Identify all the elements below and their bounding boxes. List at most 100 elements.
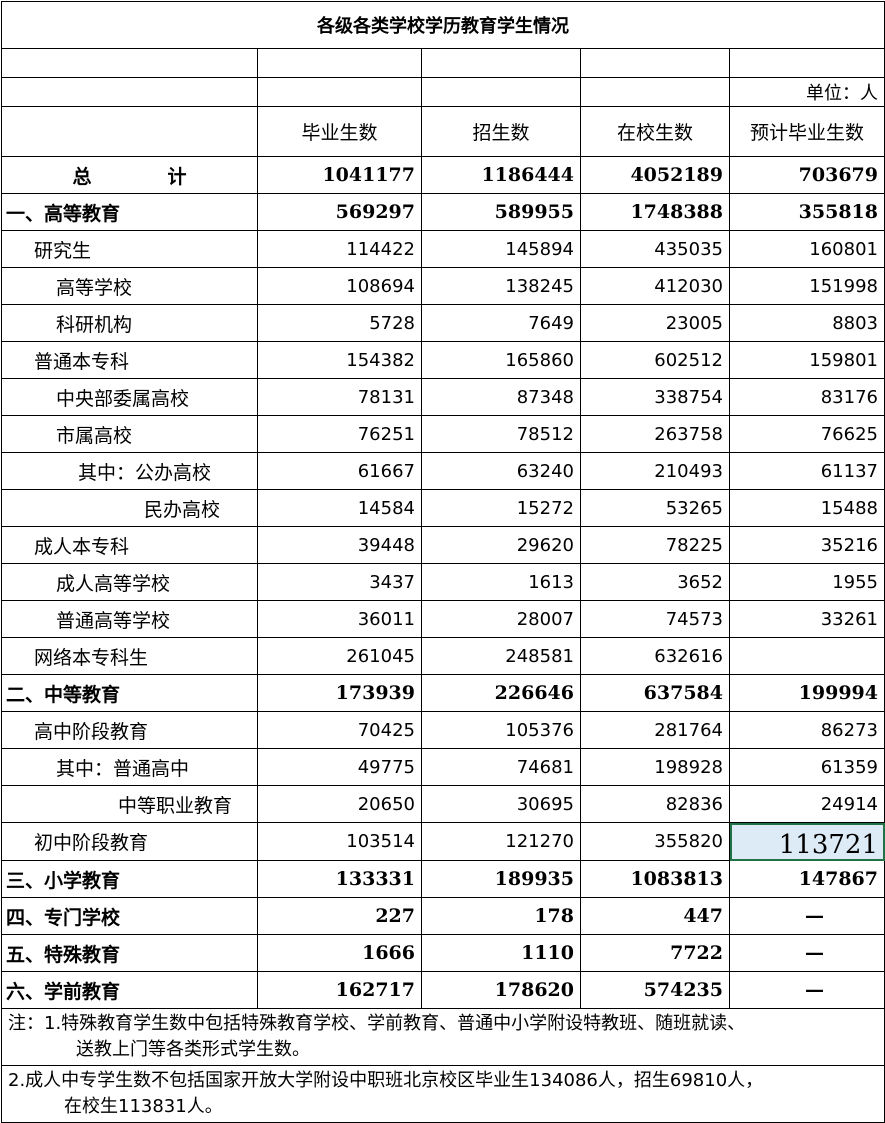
value-cell[interactable]: 338754 <box>580 378 730 416</box>
blank-cell[interactable] <box>580 48 730 78</box>
row-label[interactable]: 普通高等学校 <box>1 600 258 638</box>
value-cell[interactable]: — <box>729 897 885 935</box>
value-cell[interactable]: 226646 <box>421 674 581 712</box>
value-cell[interactable]: 178 <box>421 897 581 935</box>
value-cell[interactable]: 1110 <box>421 934 581 972</box>
value-cell[interactable]: 15488 <box>729 489 885 527</box>
value-cell[interactable]: 160801 <box>729 230 885 268</box>
value-cell[interactable]: 4052189 <box>580 156 730 194</box>
value-cell[interactable]: 447 <box>580 897 730 935</box>
row-label[interactable]: 成人高等学校 <box>1 563 258 601</box>
value-cell[interactable]: 162717 <box>257 971 422 1009</box>
value-cell[interactable]: 154382 <box>257 341 422 379</box>
value-cell[interactable]: 8803 <box>729 304 885 342</box>
value-cell[interactable]: 435035 <box>580 230 730 268</box>
table-title[interactable]: 各级各类学校学历教育学生情况 <box>1 1 885 49</box>
row-label[interactable]: 科研机构 <box>1 304 258 342</box>
row-label[interactable]: 六、学前教育 <box>1 971 258 1009</box>
value-cell[interactable]: 76625 <box>729 415 885 453</box>
value-cell[interactable]: 82836 <box>580 785 730 823</box>
value-cell[interactable]: 78512 <box>421 415 581 453</box>
blank-cell[interactable] <box>729 48 885 78</box>
value-cell[interactable]: 20650 <box>257 785 422 823</box>
blank-cell[interactable] <box>1 77 258 107</box>
value-cell[interactable]: — <box>729 971 885 1009</box>
row-label[interactable]: 研究生 <box>1 230 258 268</box>
value-cell[interactable]: 178620 <box>421 971 581 1009</box>
row-label[interactable]: 民办高校 <box>1 489 258 527</box>
row-label[interactable]: 网络本专科生 <box>1 637 258 675</box>
blank-cell[interactable] <box>421 77 581 107</box>
value-cell[interactable]: 35216 <box>729 526 885 564</box>
value-cell[interactable]: 121270 <box>421 822 581 861</box>
value-cell[interactable]: 159801 <box>729 341 885 379</box>
value-cell[interactable]: 61667 <box>257 452 422 490</box>
value-cell[interactable]: 83176 <box>729 378 885 416</box>
row-label[interactable]: 高中阶段教育 <box>1 711 258 749</box>
value-cell[interactable]: 199994 <box>729 674 885 712</box>
value-cell[interactable]: 602512 <box>580 341 730 379</box>
header-in-school[interactable]: 在校生数 <box>580 106 730 157</box>
value-cell[interactable]: 30695 <box>421 785 581 823</box>
value-cell[interactable]: 412030 <box>580 267 730 305</box>
value-cell[interactable]: 113721 <box>729 822 885 861</box>
value-cell[interactable]: 3652 <box>580 563 730 601</box>
value-cell[interactable]: 145894 <box>421 230 581 268</box>
row-label[interactable]: 其中：普通高中 <box>1 748 258 786</box>
value-cell[interactable]: 15272 <box>421 489 581 527</box>
unit-label[interactable]: 单位：人 <box>729 77 885 107</box>
row-label[interactable]: 总 计 <box>1 156 258 194</box>
value-cell[interactable]: 569297 <box>257 193 422 231</box>
row-label[interactable]: 市属高校 <box>1 415 258 453</box>
value-cell[interactable]: 105376 <box>421 711 581 749</box>
value-cell[interactable]: 210493 <box>580 452 730 490</box>
value-cell[interactable]: 24914 <box>729 785 885 823</box>
value-cell[interactable]: 28007 <box>421 600 581 638</box>
value-cell[interactable]: 108694 <box>257 267 422 305</box>
value-cell[interactable]: 1955 <box>729 563 885 601</box>
value-cell[interactable]: 574235 <box>580 971 730 1009</box>
row-label[interactable]: 高等学校 <box>1 267 258 305</box>
blank-cell[interactable] <box>257 48 422 78</box>
header-enrollment[interactable]: 招生数 <box>421 106 581 157</box>
value-cell[interactable]: 39448 <box>257 526 422 564</box>
value-cell[interactable]: 355820 <box>580 822 730 861</box>
row-label[interactable]: 成人本专科 <box>1 526 258 564</box>
value-cell[interactable]: 261045 <box>257 637 422 675</box>
value-cell[interactable]: 78131 <box>257 378 422 416</box>
value-cell[interactable]: 1041177 <box>257 156 422 194</box>
value-cell[interactable]: 70425 <box>257 711 422 749</box>
row-label[interactable]: 二、中等教育 <box>1 674 258 712</box>
row-label[interactable]: 一、高等教育 <box>1 193 258 231</box>
value-cell[interactable]: 49775 <box>257 748 422 786</box>
note-2[interactable]: 2.成人中专学生数不包括国家开放大学附设中职班北京校区毕业生134086人，招生… <box>1 1065 885 1123</box>
row-label[interactable]: 普通本专科 <box>1 341 258 379</box>
value-cell[interactable]: 7649 <box>421 304 581 342</box>
row-label[interactable]: 五、特殊教育 <box>1 934 258 972</box>
value-cell[interactable]: 1186444 <box>421 156 581 194</box>
value-cell[interactable]: 3437 <box>257 563 422 601</box>
value-cell[interactable]: 76251 <box>257 415 422 453</box>
note-1[interactable]: 注：1.特殊教育学生数中包括特殊教育学校、学前教育、普通中小学附设特教班、随班就… <box>1 1008 885 1066</box>
value-cell[interactable]: 114422 <box>257 230 422 268</box>
header-corner[interactable] <box>1 106 258 157</box>
value-cell[interactable]: 1666 <box>257 934 422 972</box>
row-label[interactable]: 中央部委属高校 <box>1 378 258 416</box>
row-label[interactable]: 三、小学教育 <box>1 860 258 898</box>
blank-cell[interactable] <box>1 48 258 78</box>
value-cell[interactable]: 263758 <box>580 415 730 453</box>
value-cell[interactable]: 87348 <box>421 378 581 416</box>
value-cell[interactable]: 632616 <box>580 637 730 675</box>
value-cell[interactable]: 7722 <box>580 934 730 972</box>
value-cell[interactable]: 198928 <box>580 748 730 786</box>
value-cell[interactable]: 36011 <box>257 600 422 638</box>
row-label[interactable]: 其中：公办高校 <box>1 452 258 490</box>
value-cell[interactable]: 703679 <box>729 156 885 194</box>
header-expected-graduates[interactable]: 预计毕业生数 <box>729 106 885 157</box>
value-cell[interactable]: 53265 <box>580 489 730 527</box>
value-cell[interactable]: 1083813 <box>580 860 730 898</box>
value-cell[interactable]: 133331 <box>257 860 422 898</box>
value-cell[interactable]: 189935 <box>421 860 581 898</box>
blank-cell[interactable] <box>257 77 422 107</box>
value-cell[interactable]: 248581 <box>421 637 581 675</box>
